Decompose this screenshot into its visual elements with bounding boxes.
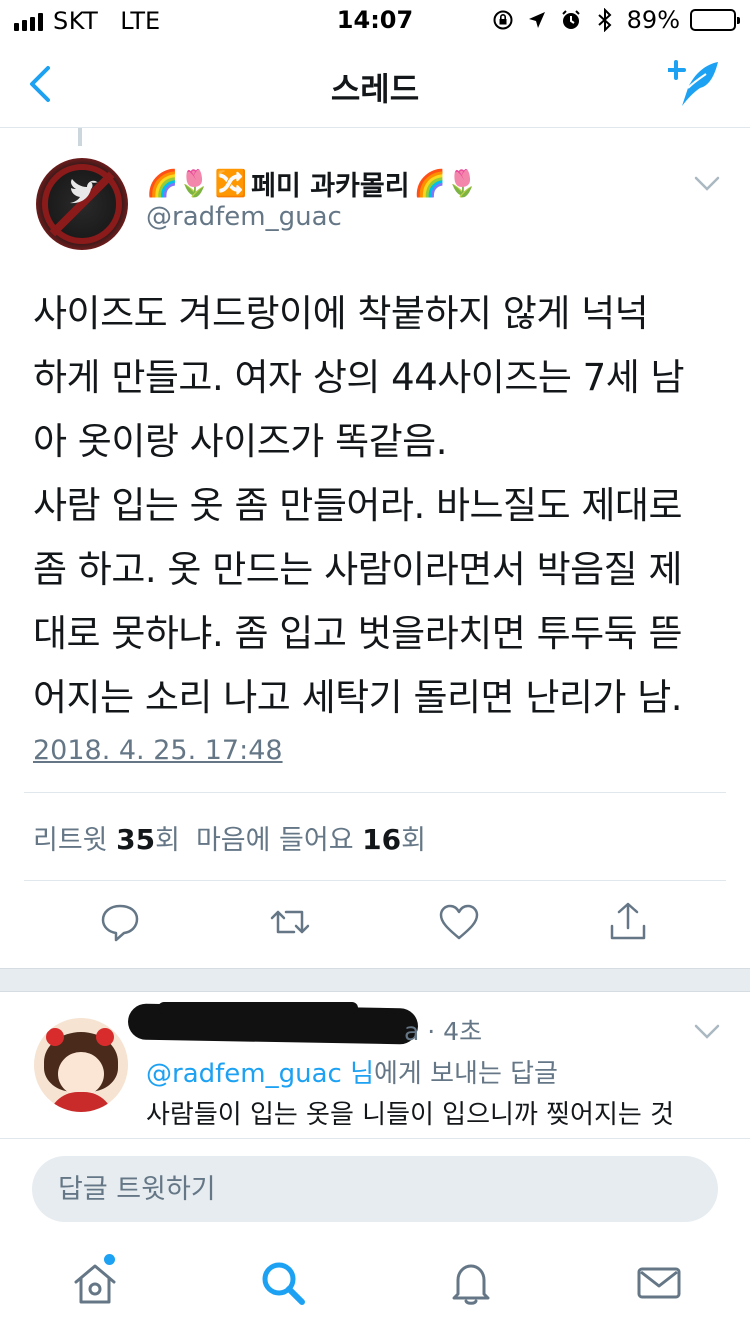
nav-bar: 스레드 (0, 40, 750, 128)
author-emoji-suffix: 🌈🌷 (413, 168, 479, 199)
reply-to-line: @radfem_guac 님에게 보내는 답글 (146, 1053, 558, 1090)
author-handle[interactable]: @radfem_guac (146, 202, 342, 232)
share-button[interactable] (606, 900, 650, 944)
retweet-icon (270, 910, 310, 934)
reply-composer (0, 1138, 750, 1236)
author-name[interactable]: 🌈🌷 🔀 페미 과카몰리 🌈🌷 (146, 164, 478, 203)
reply-mention-honorific: 님 (341, 1059, 374, 1089)
reply-options-button[interactable] (694, 1024, 720, 1040)
retweet-button[interactable] (268, 900, 312, 944)
tweet-stats: 리트윗 35회 마음에 들어요 16회 (33, 818, 426, 857)
reply-mention-handle: @radfem_guac (146, 1059, 342, 1089)
thread-line (78, 128, 82, 146)
tweet-actions (0, 900, 750, 948)
notifications-icon (452, 1264, 490, 1305)
avatar-face (58, 1052, 104, 1096)
retweet-suffix: 회 (155, 825, 180, 856)
avatar-flower (46, 1028, 64, 1046)
page-title: 스레드 (330, 70, 420, 108)
shuffle-emoji: 🔀 (214, 168, 248, 199)
compose-tweet-icon (666, 60, 718, 106)
reply-button[interactable] (98, 900, 142, 944)
author-emoji-prefix: 🌈🌷 (146, 168, 211, 199)
bluetooth-icon (593, 8, 617, 32)
retweet-stat[interactable]: 리트윗 35회 (33, 818, 180, 857)
location-arrow-icon (525, 8, 549, 32)
tab-notifications[interactable] (446, 1258, 496, 1308)
author-display-name: 페미 과카몰리 (251, 171, 410, 202)
retweet-label: 리트윗 (33, 825, 108, 856)
divider (24, 880, 726, 881)
like-count: 16 (362, 823, 402, 856)
tab-home[interactable] (70, 1258, 120, 1308)
status-bar: SKT LTE 14:07 89% (0, 0, 750, 40)
like-button[interactable] (437, 900, 481, 944)
battery-icon (690, 9, 740, 31)
chevron-down-icon (694, 176, 720, 191)
redacted-name (158, 1002, 358, 1014)
like-label: 마음에 들어요 (195, 825, 354, 856)
reply-icon (101, 904, 139, 942)
tab-search[interactable] (258, 1258, 308, 1308)
reply-avatar[interactable] (34, 1018, 128, 1112)
share-icon (610, 902, 646, 940)
search-icon (262, 1262, 305, 1305)
bird-icon (70, 179, 98, 204)
screen-lock-icon (491, 8, 515, 32)
author-avatar[interactable] (36, 158, 128, 250)
retweet-count: 35 (116, 823, 156, 856)
tweet-text: 사이즈도 겨드랑이에 착붙하지 않게 넉넉 하게 만들고. 여자 상의 44사이… (33, 292, 685, 719)
reply-text: 사람들이 입는 옷을 니들이 입으니까 찢어지는 것 (146, 1100, 674, 1130)
reply-time: a · 4초 (404, 1017, 483, 1046)
avatar-shirt (48, 1092, 114, 1112)
reply-mention[interactable]: @radfem_guac 님 (146, 1059, 374, 1089)
tweet-options-button[interactable] (694, 176, 720, 192)
compose-tweet-button[interactable] (666, 58, 724, 108)
messages-icon (637, 1267, 681, 1299)
tab-bar (0, 1236, 750, 1334)
like-suffix: 회 (401, 825, 426, 856)
like-stat[interactable]: 마음에 들어요 16회 (196, 818, 426, 857)
home-icon (74, 1264, 116, 1304)
chevron-down-icon (694, 1024, 720, 1039)
home-notification-dot (104, 1254, 115, 1265)
divider (24, 792, 726, 793)
battery-percent: 89% (626, 6, 680, 34)
alarm-icon (559, 8, 583, 32)
tweet-date[interactable]: 2018. 4. 25. 17:48 (33, 735, 283, 766)
reply-input[interactable] (32, 1156, 718, 1222)
section-separator (0, 968, 750, 992)
reply-to-suffix: 에게 보내는 답글 (374, 1059, 558, 1089)
tab-messages[interactable] (634, 1258, 684, 1308)
avatar-flower (96, 1028, 114, 1046)
status-right: 89% (491, 6, 740, 34)
heart-icon (439, 904, 479, 940)
